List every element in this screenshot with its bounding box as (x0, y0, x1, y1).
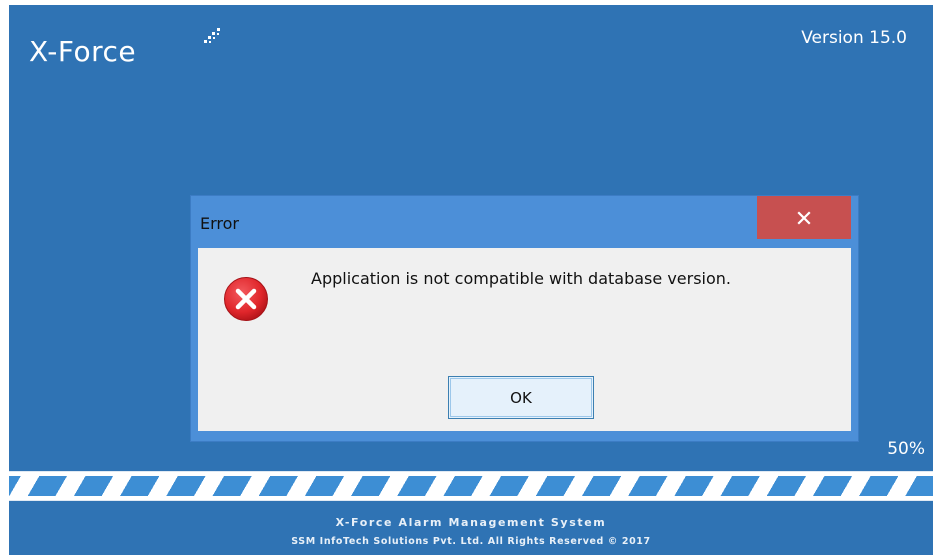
version-label: Version 15.0 (801, 28, 907, 48)
progress-bar (9, 471, 933, 501)
footer-product-name: X-Force Alarm Management System (335, 516, 607, 529)
app-title: X-Force (29, 35, 137, 68)
ok-button[interactable]: OK (448, 376, 594, 419)
close-icon (797, 210, 811, 225)
footer-copyright: SSM InfoTech Solutions Pvt. Ltd. All Rig… (291, 536, 651, 547)
error-dialog: Error Application is not compatible with… (191, 196, 858, 441)
dialog-body: Application is not compatible with datab… (198, 248, 851, 431)
error-message: Application is not compatible with datab… (311, 269, 732, 288)
dialog-title: Error (200, 214, 239, 233)
sparkle-dots-icon (204, 28, 220, 43)
close-button[interactable] (757, 196, 851, 239)
progress-bar-fill (9, 476, 933, 496)
error-x-icon (224, 277, 268, 321)
dialog-titlebar[interactable]: Error (191, 196, 858, 244)
progress-percent: 50% (887, 439, 925, 459)
